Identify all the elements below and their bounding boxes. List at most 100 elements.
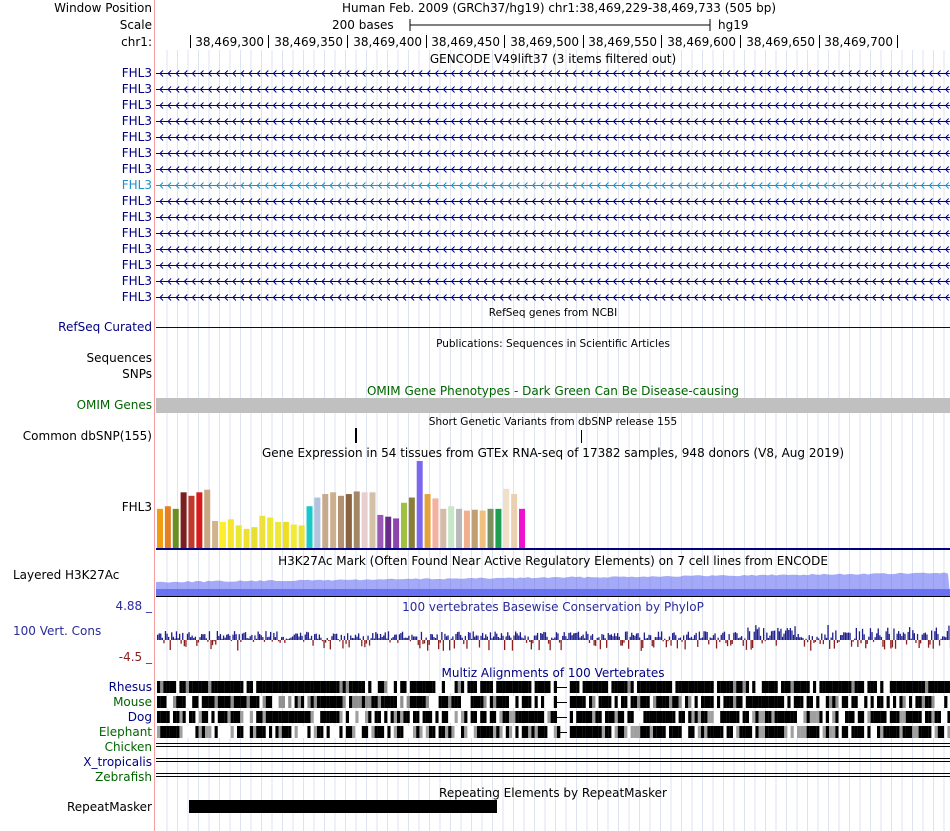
gtex-tissue-bar [282,521,289,548]
multiz-species-label[interactable]: Elephant [0,725,152,739]
gencode-row-label[interactable]: FHL3 [0,258,152,272]
multiz-species-label[interactable]: Zebrafish [0,770,152,784]
multiz-alignment-row [157,696,950,708]
gtex-tissue-bar [416,461,423,548]
gtex-tissue-bar [330,492,337,548]
ruler-tick-label: 38,469,600 [667,35,736,49]
gtex-tissue-bar [377,514,384,548]
multiz-track-title: Multiz Alignments of 100 Vertebrates [441,666,665,680]
ruler-tick-label: 38,469,350 [274,35,343,49]
gtex-tissue-bar [471,509,478,548]
h3k27ac-signal-core [156,589,950,596]
chrom-label: chr1: [121,35,152,49]
gtex-tissue-bar [361,492,368,548]
gtex-tissue-bar [212,521,219,548]
gtex-tissue-bar [338,495,345,548]
gtex-tissue-bar [440,508,447,548]
gencode-row-label[interactable]: FHL3 [0,98,152,112]
gtex-tissue-bar [487,508,494,548]
gtex-tissue-bar [267,517,274,548]
gencode-row-label[interactable]: FHL3 [0,162,152,176]
gtex-tissue-bar [298,525,305,548]
multiz-species-label[interactable]: Rhesus [0,680,152,694]
gencode-row-label[interactable]: FHL3 [0,66,152,80]
gencode-row-label[interactable]: FHL3 [0,210,152,224]
gtex-tissue-bar [385,516,392,548]
gtex-tissue-bar [204,489,211,548]
gtex-tissue-bar [227,519,234,548]
dbsnp-variant-mark [581,430,582,443]
multiz-species-label[interactable]: X_tropicalis [0,755,152,769]
gencode-row-label[interactable]: FHL3 [0,114,152,128]
gencode-row-label[interactable]: FHL3 [0,146,152,160]
gtex-tissue-bar [463,510,470,548]
multiz-species-label[interactable]: Mouse [0,695,152,709]
phylop-track-title: 100 vertebrates Basewise Conservation by… [402,600,704,614]
gtex-tissue-bar [290,524,297,548]
ruler-tick-label: 38,469,550 [588,35,657,49]
phylop-track-label[interactable]: 100 Vert. Cons [13,624,101,638]
phylop-min-label: -4.5 _ [118,650,152,664]
gtex-tissue-bar [275,521,282,548]
gencode-row-label[interactable]: FHL3 [0,82,152,96]
gtex-tissue-bar [503,488,510,548]
multiz-species-label[interactable]: Chicken [0,740,152,754]
multiz-species-label[interactable]: Dog [0,710,152,724]
gtex-tissue-bar [511,494,518,548]
gtex-tissue-bar [479,510,486,548]
multiz-alignment-row [157,681,950,693]
scale-bar-text: 200 bases [332,18,394,32]
gtex-tissue-bar [322,494,329,548]
repeatmasker-track-label[interactable]: RepeatMasker [0,800,152,814]
assembly-position-text: Human Feb. 2009 (GRCh37/hg19) chr1:38,46… [342,1,777,15]
gtex-tissue-bar [448,506,455,548]
gtex-tissue-bar [393,518,400,548]
gtex-tissue-bar [219,521,226,548]
gtex-tissue-bar [353,491,360,548]
gtex-tissue-bar [188,495,195,548]
ruler-tick-label: 38,469,500 [510,35,579,49]
phylop-max-label: 4.88 _ [115,599,152,613]
gencode-row-label[interactable]: FHL3 [0,242,152,256]
ruler-tick-label: 38,469,450 [431,35,500,49]
gencode-row-label[interactable]: FHL3 [0,194,152,208]
gtex-tissue-bar [243,528,250,548]
gtex-tissue-bar [259,515,266,548]
gtex-tissue-bar [495,508,502,548]
gencode-track-title: GENCODE V49lift37 (3 items filtered out) [429,52,677,66]
gtex-tissue-bar [369,492,376,548]
phylop-bars [157,625,950,651]
refseq-track-label[interactable]: RefSeq Curated [0,320,152,334]
multiz-alignment-row [157,711,950,723]
h3k27ac-track-label[interactable]: Layered H3K27Ac [13,568,119,582]
gtex-track-label[interactable]: FHL3 [0,500,152,514]
gtex-tissue-bar [432,498,439,548]
gencode-row-label[interactable]: FHL3 [0,178,152,192]
window-position-label: Window Position [54,1,152,15]
ruler-tick-label: 38,469,650 [746,35,815,49]
gencode-row-label[interactable]: FHL3 [0,130,152,144]
publications-sequences-label[interactable]: Sequences [0,351,152,365]
gtex-tissue-bar [424,494,431,548]
gtex-tissue-bar [306,506,313,548]
dbsnp-track-label[interactable]: Common dbSNP(155) [0,429,152,443]
refseq-track-title: RefSeq genes from NCBI [488,307,618,319]
omim-track-label[interactable]: OMIM Genes [0,398,152,412]
gtex-track-title: Gene Expression in 54 tissues from GTEx … [261,446,845,460]
gtex-tissue-bar [157,508,163,548]
gencode-row-label[interactable]: FHL3 [0,290,152,304]
gtex-tissue-bar [251,527,258,548]
dbsnp-track-title: Short Genetic Variants from dbSNP releas… [428,416,678,428]
omim-bar [156,398,950,413]
scale-label: Scale [119,18,152,32]
gtex-tissue-bar [400,502,407,548]
gtex-tissue-bar [314,497,321,548]
gtex-tissue-bar [180,492,187,548]
dbsnp-variant-mark [355,428,357,443]
gtex-tissue-bar [519,508,526,548]
multiz-alignment-row [157,726,950,738]
gencode-row-label[interactable]: FHL3 [0,226,152,240]
gtex-tissue-bar [345,494,352,548]
publications-snps-label[interactable]: SNPs [0,367,152,381]
gencode-row-label[interactable]: FHL3 [0,274,152,288]
